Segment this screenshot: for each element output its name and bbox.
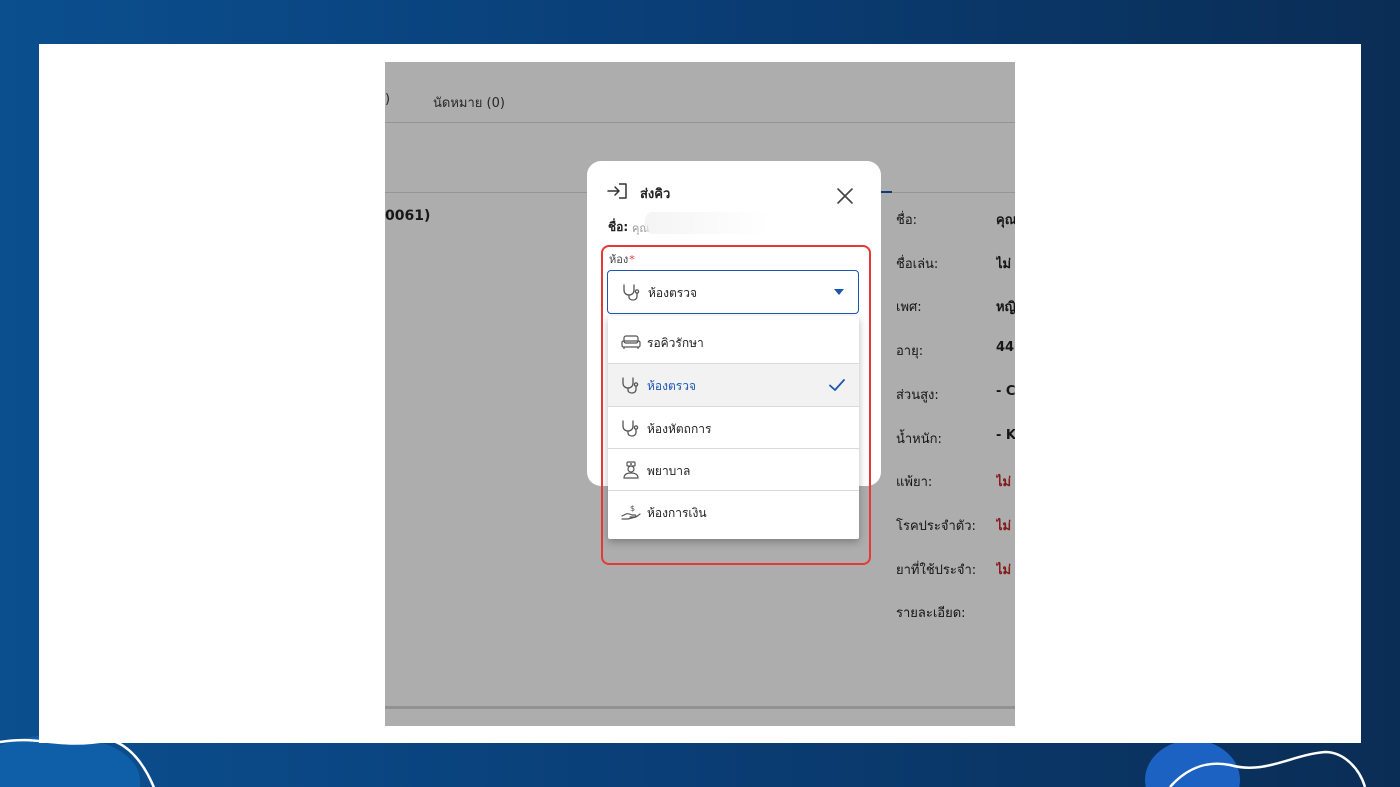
checkmark-icon — [829, 379, 845, 391]
dropdown-option-label: รอคิวรักษา — [647, 336, 704, 350]
send-queue-icon — [607, 183, 627, 199]
room-dropdown-menu: รอคิวรักษา ห้องตรวจ ห้องหัตถการ พยาบาล $… — [608, 316, 859, 539]
dropdown-option-label: ห้องหัตถการ — [647, 422, 712, 436]
nurse-icon — [623, 461, 639, 479]
dropdown-option-label: ห้องการเงิน — [647, 506, 707, 520]
dropdown-option-label: พยาบาล — [647, 464, 691, 478]
svg-text:$: $ — [630, 504, 635, 513]
dialog-title: ส่งคิว — [640, 187, 671, 202]
room-field-label: ห้อง* — [609, 253, 635, 266]
dropdown-option-exam-room[interactable]: ห้องตรวจ — [608, 364, 859, 406]
dropdown-option-waiting[interactable]: รอคิวรักษา — [608, 321, 859, 363]
room-select-value: ห้องตรวจ — [648, 286, 697, 300]
redacted-name-mask — [645, 212, 770, 234]
stethoscope-icon — [622, 420, 639, 437]
dropdown-option-nurse[interactable]: พยาบาล — [608, 449, 859, 491]
decorative-circle-shape — [1145, 740, 1240, 787]
payment-hand-icon: $ — [621, 504, 641, 520]
patient-name-label: ชื่อ: — [608, 220, 629, 234]
dropdown-option-finance-room[interactable]: $ ห้องการเงิน — [608, 491, 859, 533]
room-select[interactable]: ห้องตรวจ — [607, 270, 859, 314]
stethoscope-icon — [623, 284, 640, 301]
slide-frame: ) นัดหมาย (0) 0061) ชื่อ: คุณ ชื่อเล่น: ไม่… — [0, 0, 1400, 787]
close-icon[interactable] — [834, 185, 856, 207]
dropdown-option-procedure-room[interactable]: ห้องหัตถการ — [608, 407, 859, 449]
required-mark: * — [629, 253, 635, 266]
caret-down-icon[interactable] — [834, 289, 844, 295]
stethoscope-icon — [622, 377, 639, 394]
sofa-icon — [621, 335, 641, 349]
dropdown-option-label: ห้องตรวจ — [647, 379, 696, 393]
